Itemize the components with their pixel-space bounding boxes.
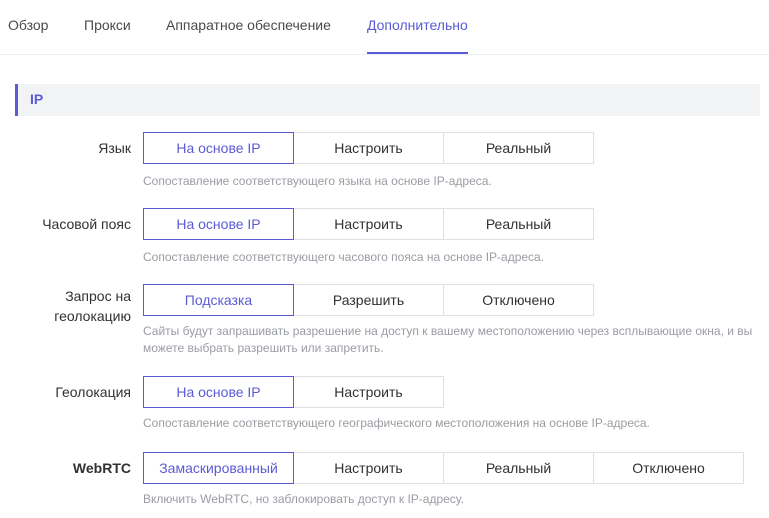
language-option-custom[interactable]: Настроить xyxy=(293,132,444,164)
webrtc-option-masked[interactable]: Замаскированный xyxy=(143,452,294,484)
section-header-ip: IP xyxy=(15,84,760,116)
tab-hardware[interactable]: Аппаратное обеспечение xyxy=(166,17,331,33)
language-label: Язык xyxy=(98,140,131,156)
geolocation-request-option-group: Подсказка Разрешить Отключено xyxy=(143,284,594,316)
tab-proxy[interactable]: Прокси xyxy=(84,17,131,33)
webrtc-hint: Включить WebRTC, но заблокировать доступ… xyxy=(143,492,464,506)
language-option-real[interactable]: Реальный xyxy=(443,132,594,164)
language-option-group: На основе IP Настроить Реальный xyxy=(143,132,594,164)
geolocation-request-label: Запрос на геолокацию xyxy=(54,286,131,326)
geolocation-option-custom[interactable]: Настроить xyxy=(293,376,444,408)
timezone-option-group: На основе IP Настроить Реальный xyxy=(143,208,594,240)
webrtc-label: WebRTC xyxy=(72,460,131,476)
timezone-option-custom[interactable]: Настроить xyxy=(293,208,444,240)
webrtc-option-disabled[interactable]: Отключено xyxy=(593,452,744,484)
geolocation-request-label-line1: Запрос на xyxy=(65,288,131,304)
geolocation-label: Геолокация xyxy=(55,384,131,400)
geolocation-request-hint: Сайты будут запрашивать разрешение на до… xyxy=(143,323,758,357)
tab-bar: Обзор Прокси Аппаратное обеспечение Допо… xyxy=(0,0,769,55)
geolocation-request-hint-line1: Сайты будут запрашивать разрешение на до… xyxy=(143,324,753,338)
timezone-option-ip-based[interactable]: На основе IP xyxy=(143,208,294,240)
section-title: IP xyxy=(30,91,44,107)
webrtc-option-real[interactable]: Реальный xyxy=(443,452,594,484)
geolocation-request-option-disabled[interactable]: Отключено xyxy=(443,284,594,316)
geolocation-option-ip-based[interactable]: На основе IP xyxy=(143,376,294,408)
webrtc-option-group: Замаскированный Настроить Реальный Отклю… xyxy=(143,452,744,484)
language-option-ip-based[interactable]: На основе IP xyxy=(143,132,294,164)
timezone-option-real[interactable]: Реальный xyxy=(443,208,594,240)
active-tab-indicator xyxy=(367,52,468,54)
geolocation-request-label-line2: геолокацию xyxy=(54,308,131,324)
timezone-label: Часовой пояс xyxy=(42,216,131,232)
geolocation-hint: Сопоставление соответствующего географич… xyxy=(143,416,650,430)
tab-advanced[interactable]: Дополнительно xyxy=(367,17,468,33)
geolocation-request-option-prompt[interactable]: Подсказка xyxy=(143,284,294,316)
geolocation-request-option-allow[interactable]: Разрешить xyxy=(293,284,444,316)
tab-overview[interactable]: Обзор xyxy=(8,17,48,33)
timezone-hint: Сопоставление соответствующего часового … xyxy=(143,250,545,264)
geolocation-option-group: На основе IP Настроить xyxy=(143,376,444,408)
language-hint: Сопоставление соответствующего языка на … xyxy=(143,174,492,188)
webrtc-option-custom[interactable]: Настроить xyxy=(293,452,444,484)
geolocation-request-hint-line2: можете выбрать разрешить или запретить. xyxy=(143,341,384,355)
